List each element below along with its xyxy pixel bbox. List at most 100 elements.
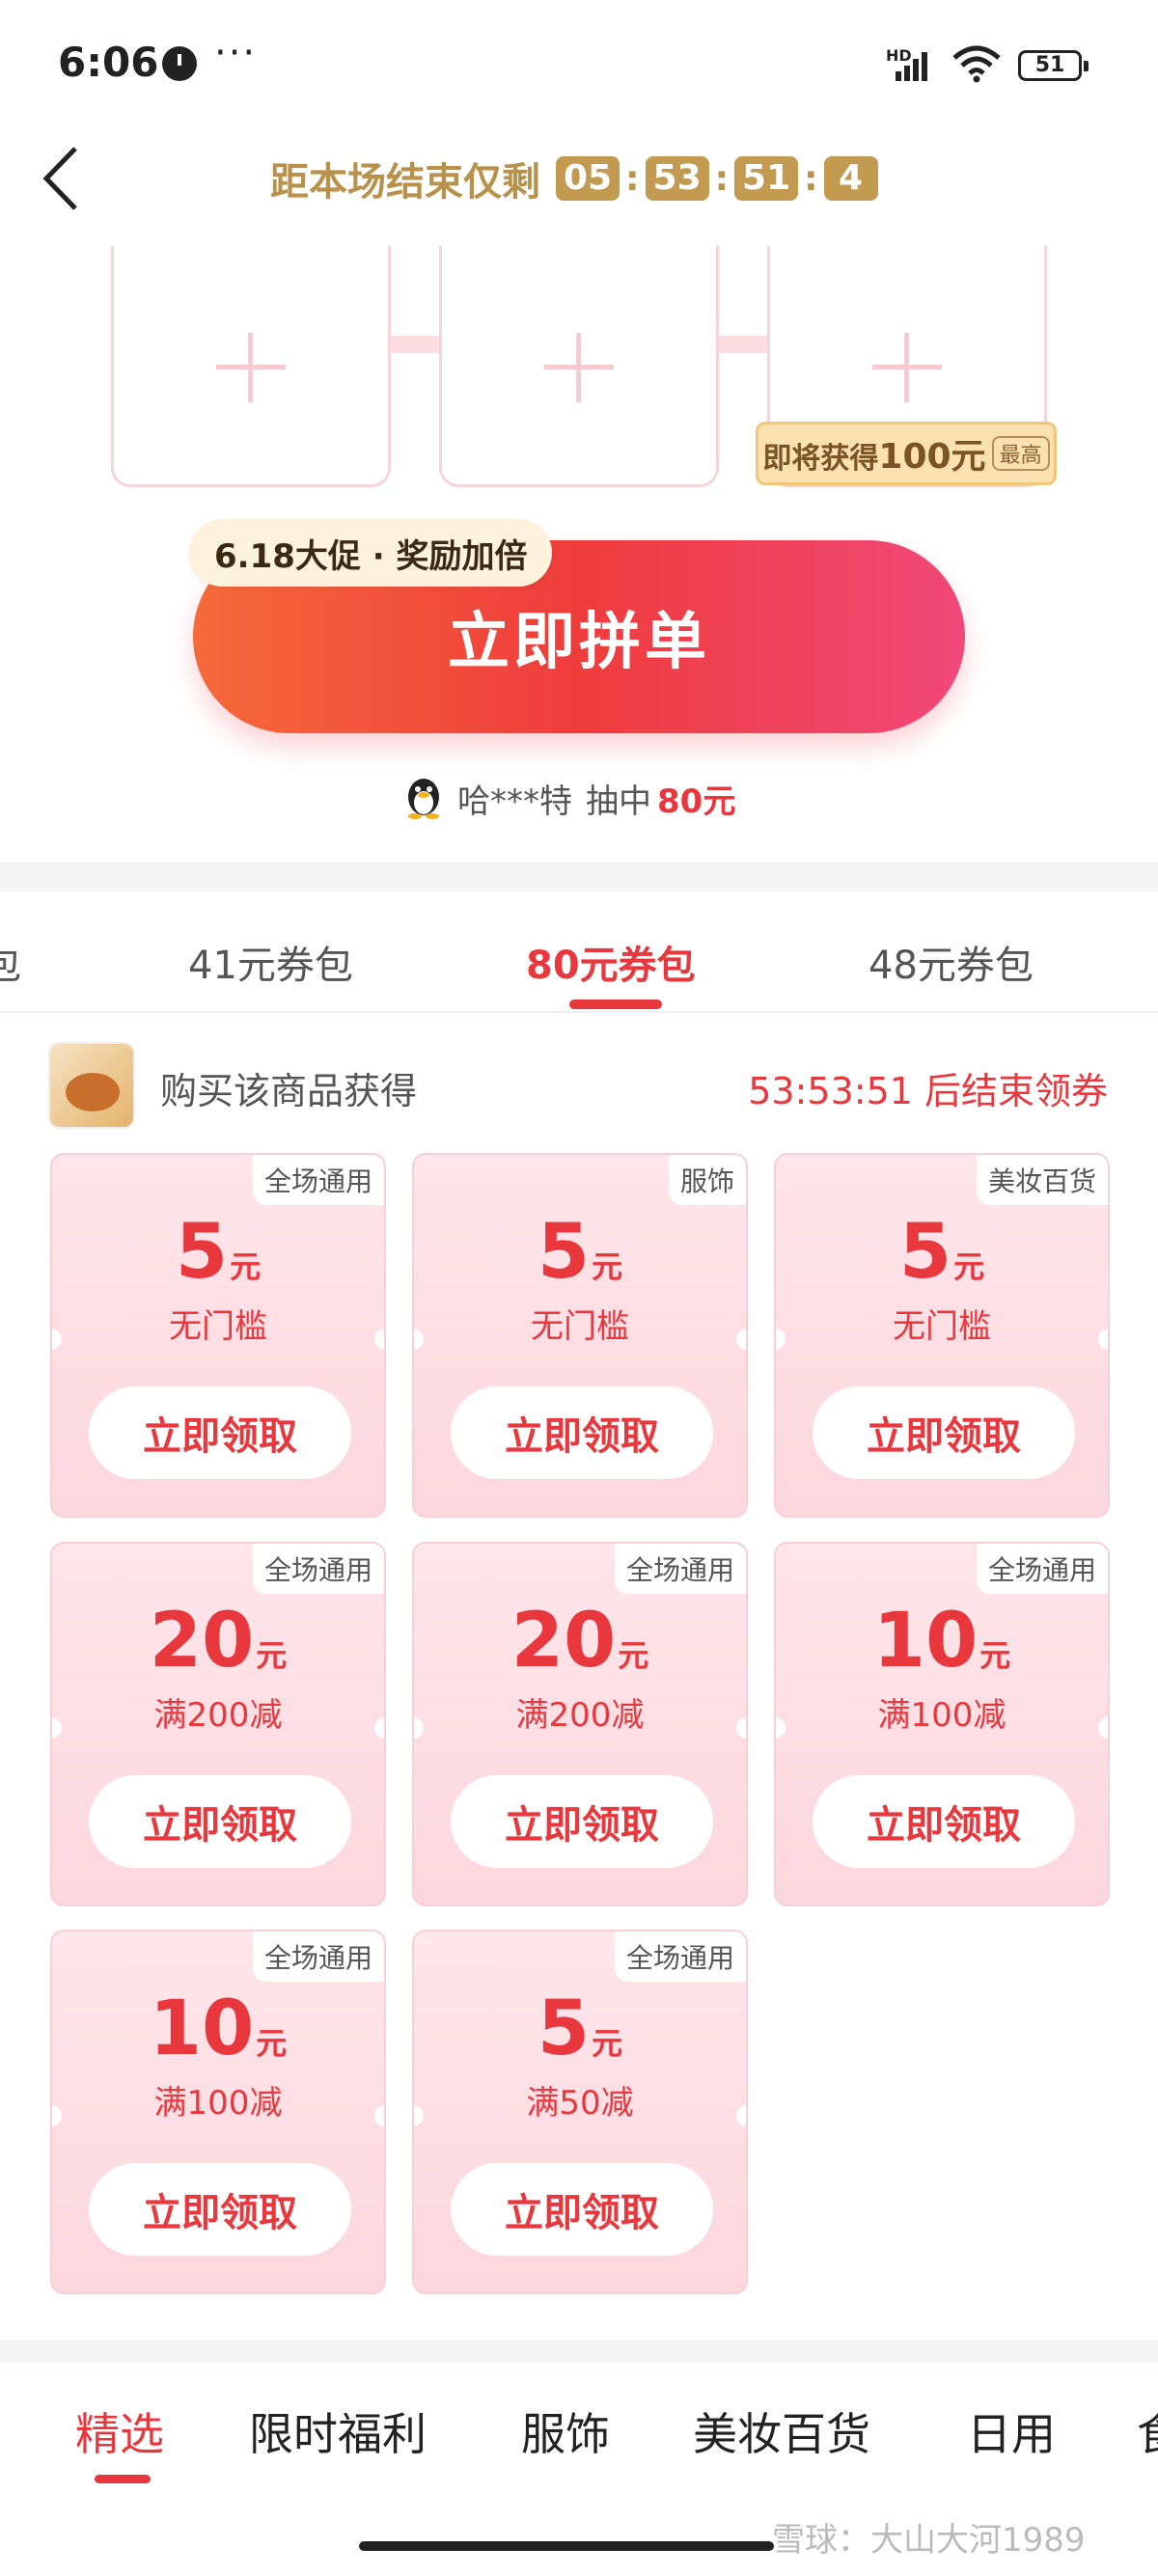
tab-category-limited-deals[interactable]: 限时福利: [249, 2399, 427, 2463]
coupon-unit: 元: [256, 1637, 288, 1674]
coupon-scope-tag: 美妆百货: [976, 1155, 1108, 1205]
clock-icon: [162, 46, 197, 81]
coupon-condition: 无门槛: [531, 1307, 629, 1346]
coupon-condition: 满50减: [526, 2084, 634, 2123]
tab-package-partial[interactable]: 包: [0, 934, 21, 990]
coupon-scope-tag: 全场通用: [252, 1932, 384, 1982]
coupon-value: 20: [149, 1598, 255, 1685]
claim-coupon-button[interactable]: 立即领取: [89, 1775, 351, 1868]
coupon-amount: 20元: [414, 1598, 746, 1685]
winner-ticker: 哈***特 抽中 80元: [403, 772, 735, 824]
coupon-scope-tag: 全场通用: [976, 1544, 1108, 1594]
coupon-scope-tag: 全场通用: [614, 1932, 746, 1982]
join-group-label: 立即拼单: [448, 607, 710, 678]
status-bar: 6:06 ··· HD 51: [0, 0, 1158, 135]
coupon-card: 服饰 5元无门槛立即领取: [412, 1153, 748, 1518]
more-notifications-icon: ···: [214, 31, 258, 75]
session-countdown: 距本场结束仅剩 05 : 53 : 51 : 4: [270, 152, 878, 205]
coupon-card: 全场通用 20元满200减立即领取: [412, 1542, 748, 1906]
promo-bubble: 6.18大促 · 奖励加倍: [189, 519, 553, 587]
claim-coupon-button[interactable]: 立即领取: [451, 1386, 713, 1479]
coupon-condition: 无门槛: [169, 1307, 267, 1346]
product-thumbnail[interactable]: [48, 1042, 135, 1129]
claim-coupon-button[interactable]: 立即领取: [813, 1775, 1075, 1868]
coupon-card: 全场通用 5元 满50减 立即领取: [412, 1930, 748, 2294]
tab-package-48[interactable]: 48元券包: [868, 934, 1034, 990]
slot-connector: [719, 336, 767, 353]
countdown-hours: 05: [556, 156, 620, 201]
coupon-condition: 无门槛: [893, 1307, 991, 1346]
coupon-unit: 元: [979, 1637, 1011, 1674]
wifi-icon: [952, 45, 1001, 83]
coupon-value: 10: [872, 1598, 979, 1685]
winner-name: 哈***特: [457, 781, 572, 821]
home-indicator[interactable]: [359, 2541, 774, 2551]
coupon-amount: 5元: [52, 1209, 384, 1296]
coupon-unit: 元: [592, 2025, 623, 2062]
claim-coupon-button[interactable]: 立即领取: [89, 2163, 351, 2256]
coupon-amount: 5元: [776, 1209, 1108, 1296]
tab-category-apparel[interactable]: 服饰: [521, 2399, 610, 2463]
active-category-indicator: [95, 2475, 151, 2483]
coupon-unit: 元: [230, 1248, 262, 1285]
winner-action: 抽中: [586, 781, 651, 821]
coupon-amount: 5元: [414, 1209, 746, 1296]
plus-icon: [216, 333, 286, 402]
battery-icon: 51: [1018, 50, 1089, 81]
group-slot-1[interactable]: [111, 246, 391, 487]
plus-icon: [544, 333, 614, 402]
coupon-value: 5: [175, 1209, 229, 1296]
claim-coupon-button[interactable]: 立即领取: [89, 1386, 351, 1479]
penguin-avatar-icon: [408, 779, 439, 819]
tab-package-41[interactable]: 41元券包: [188, 934, 353, 990]
coupon-card: 全场通用 10元 满100减 立即领取: [774, 1542, 1110, 1906]
watermark: 雪球：大山大河1989: [772, 2521, 1086, 2560]
coupon-scope-tag: 全场通用: [614, 1544, 746, 1594]
section-divider: [0, 863, 1158, 891]
coupon-card: 全场通用 10元满100减立即领取: [50, 1930, 386, 2294]
coupon-unit: 元: [256, 2025, 288, 2062]
claim-coupon-button[interactable]: 立即领取: [451, 2163, 713, 2256]
reward-amount: 100元: [878, 437, 986, 477]
tab-category-beauty[interactable]: 美妆百货: [693, 2399, 870, 2463]
coupon-card: 全场通用 5元 无门槛 立即领取: [50, 1153, 386, 1518]
coupon-value: 20: [510, 1598, 617, 1685]
coupon-end-countdown: 53:53:51 后结束领券: [748, 1070, 1108, 1112]
coupon-condition: 满200减: [515, 1696, 645, 1735]
winner-amount: 80元: [657, 781, 736, 821]
product-reward-text: 购买该商品获得: [160, 1070, 418, 1112]
section-divider: [0, 2340, 1158, 2363]
coupon-scope-tag: 服饰: [668, 1155, 746, 1205]
plus-icon: [872, 333, 942, 402]
status-time: 6:06: [58, 39, 159, 86]
coupon-value: 5: [537, 1986, 591, 2072]
coupon-card: 美妆百货 5元 无门槛 立即领取: [774, 1153, 1110, 1518]
claim-coupon-button[interactable]: 立即领取: [451, 1775, 713, 1868]
coupon-amount: 5元: [414, 1986, 746, 2072]
signal-icon: [896, 52, 927, 81]
coupon-amount: 20元: [52, 1598, 384, 1685]
reward-badge: 即将获得100元 最高: [756, 422, 1057, 485]
coupon-scope-tag: 全场通用: [252, 1544, 384, 1594]
tab-category-food[interactable]: 食: [1137, 2399, 1158, 2463]
coupon-package-tabs: 包 41元券包 80元券包 48元券包: [0, 897, 1158, 1013]
coupon-unit: 元: [618, 1637, 649, 1674]
coupon-scope-tag: 全场通用: [252, 1155, 384, 1205]
coupon-unit: 元: [953, 1248, 985, 1285]
back-chevron-icon[interactable]: [39, 145, 87, 212]
claim-coupon-button[interactable]: 立即领取: [813, 1386, 1075, 1479]
coupon-value: 5: [537, 1209, 591, 1296]
coupon-amount: 10元: [776, 1598, 1108, 1685]
slot-connector: [391, 336, 444, 353]
coupon-value: 5: [898, 1209, 952, 1296]
tab-category-daily[interactable]: 日用: [967, 2399, 1056, 2463]
coupon-condition: 满100减: [153, 2084, 283, 2123]
active-tab-indicator: [569, 1000, 662, 1009]
group-slot-2[interactable]: [439, 246, 719, 487]
coupon-amount: 10元: [52, 1986, 384, 2072]
countdown-seconds: 51: [734, 156, 799, 201]
coupon-condition: 满200减: [153, 1696, 283, 1735]
tab-package-80[interactable]: 80元券包: [526, 934, 696, 990]
tab-category-featured[interactable]: 精选: [75, 2399, 164, 2463]
coupon-value: 10: [149, 1986, 255, 2072]
